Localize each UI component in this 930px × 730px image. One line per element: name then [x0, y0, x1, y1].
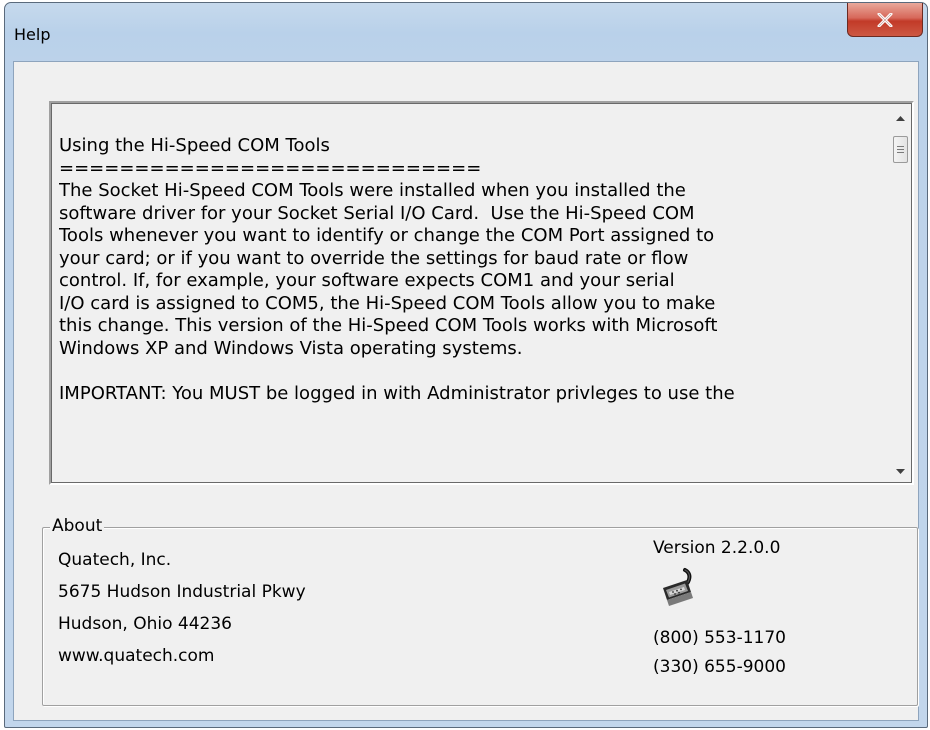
help-text-line: this change. This version of the Hi-Spee…	[59, 315, 718, 336]
scroll-down-button[interactable]	[892, 463, 909, 480]
serial-connector-icon	[663, 568, 693, 606]
phone-number-2: (330) 655-9000	[653, 657, 786, 677]
company-name: Quatech, Inc.	[58, 550, 172, 570]
website-text: www.quatech.com	[58, 646, 215, 666]
window-title: Help	[14, 25, 51, 44]
help-text-line: Tools whenever you want to identify or c…	[59, 225, 715, 246]
help-text-line: The Socket Hi-Speed COM Tools were insta…	[59, 180, 686, 201]
city-address: Hudson, Ohio 44236	[58, 614, 232, 634]
help-text-line: I/O card is assigned to COM5, the Hi-Spe…	[59, 292, 716, 314]
close-icon	[877, 12, 893, 27]
arrow-up-icon	[896, 116, 905, 121]
grip-line	[897, 152, 904, 153]
help-text-line: control. If, for example, your software …	[59, 270, 675, 291]
address-block: Quatech, Inc. 5675 Hudson Industrial Pkw…	[58, 544, 306, 672]
about-legend: About	[50, 516, 105, 536]
vertical-scrollbar[interactable]	[892, 106, 909, 480]
version-text: Version 2.2.0.0	[653, 538, 781, 558]
help-text-content: Using the Hi-Speed COM Tools ============…	[59, 135, 889, 481]
arrow-down-icon	[896, 469, 905, 474]
help-text-line: your card; or if you want to override th…	[59, 247, 689, 269]
street-address: 5675 Hudson Industrial Pkwy	[58, 582, 306, 602]
help-text-box[interactable]: Using the Hi-Speed COM Tools ============…	[49, 101, 914, 485]
help-text-line: Using the Hi-Speed COM Tools	[59, 135, 330, 156]
grip-line	[897, 146, 904, 147]
help-text-line: Windows XP and Windows Vista operating s…	[59, 337, 523, 359]
help-text-line: ============================	[59, 157, 482, 179]
phone-number-1: (800) 553-1170	[653, 628, 786, 648]
grip-line	[897, 149, 904, 150]
scroll-thumb[interactable]	[893, 136, 908, 163]
dialog-client-area: Using the Hi-Speed COM Tools ============…	[13, 61, 919, 721]
about-group: About Quatech, Inc. 5675 Hudson Industri…	[42, 516, 918, 706]
close-button[interactable]	[847, 3, 923, 37]
help-text-line: software driver for your Socket Serial I…	[59, 202, 695, 224]
help-text-line	[59, 360, 889, 383]
help-window: Help Using the Hi-Speed COM Tools =======…	[4, 2, 928, 728]
title-bar[interactable]: Help	[5, 3, 927, 61]
scroll-up-button[interactable]	[892, 110, 909, 127]
help-text-line: IMPORTANT: You MUST be logged in with Ad…	[59, 382, 735, 404]
